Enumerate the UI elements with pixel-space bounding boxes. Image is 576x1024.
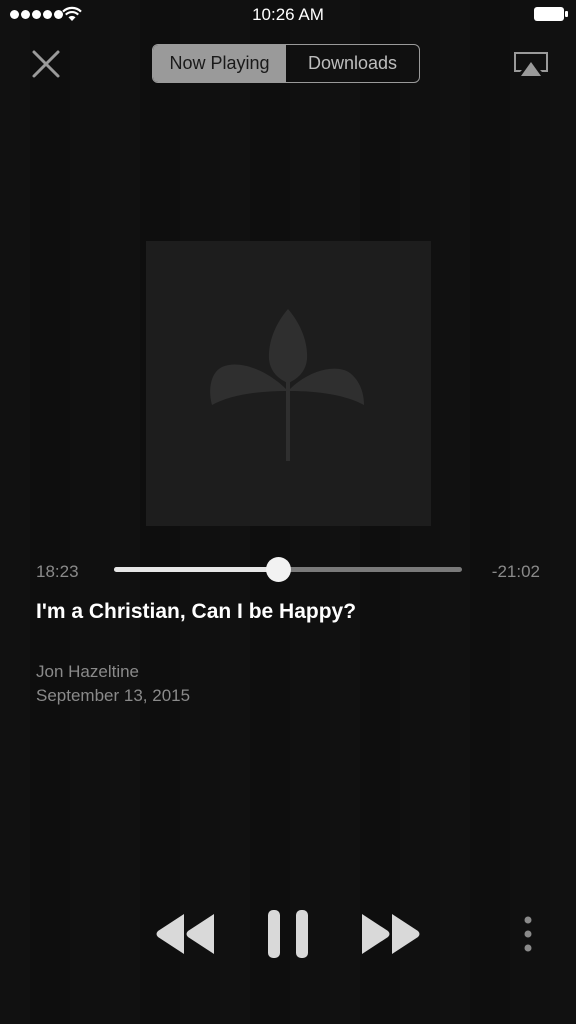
track-date: September 13, 2015	[36, 686, 191, 705]
more-vertical-icon[interactable]	[518, 914, 538, 954]
fast-forward-icon[interactable]	[358, 910, 422, 958]
tab-now-playing[interactable]: Now Playing	[153, 45, 286, 82]
track-author: Jon Hazeltine	[36, 662, 140, 681]
pause-icon[interactable]	[264, 908, 312, 960]
album-artwork	[146, 241, 431, 526]
rewind-icon[interactable]	[154, 910, 218, 958]
progress-slider[interactable]	[114, 557, 462, 582]
progress-fill	[114, 567, 278, 572]
track-title: I'm a Christian, Can I be Happy?	[36, 600, 357, 623]
segmented-control: Now Playing Downloads	[152, 44, 420, 83]
battery-icon	[534, 7, 568, 21]
elapsed-time: 18:23	[36, 562, 79, 581]
status-bar: 10:26 AM	[0, 0, 576, 30]
close-icon[interactable]	[30, 48, 62, 80]
tab-downloads[interactable]: Downloads	[286, 45, 419, 82]
remaining-time: -21:02	[491, 562, 540, 581]
status-time: 10:26 AM	[252, 5, 324, 24]
progress-thumb[interactable]	[265, 557, 291, 582]
airplay-icon[interactable]	[512, 50, 550, 80]
leaf-logo-icon	[210, 309, 364, 461]
